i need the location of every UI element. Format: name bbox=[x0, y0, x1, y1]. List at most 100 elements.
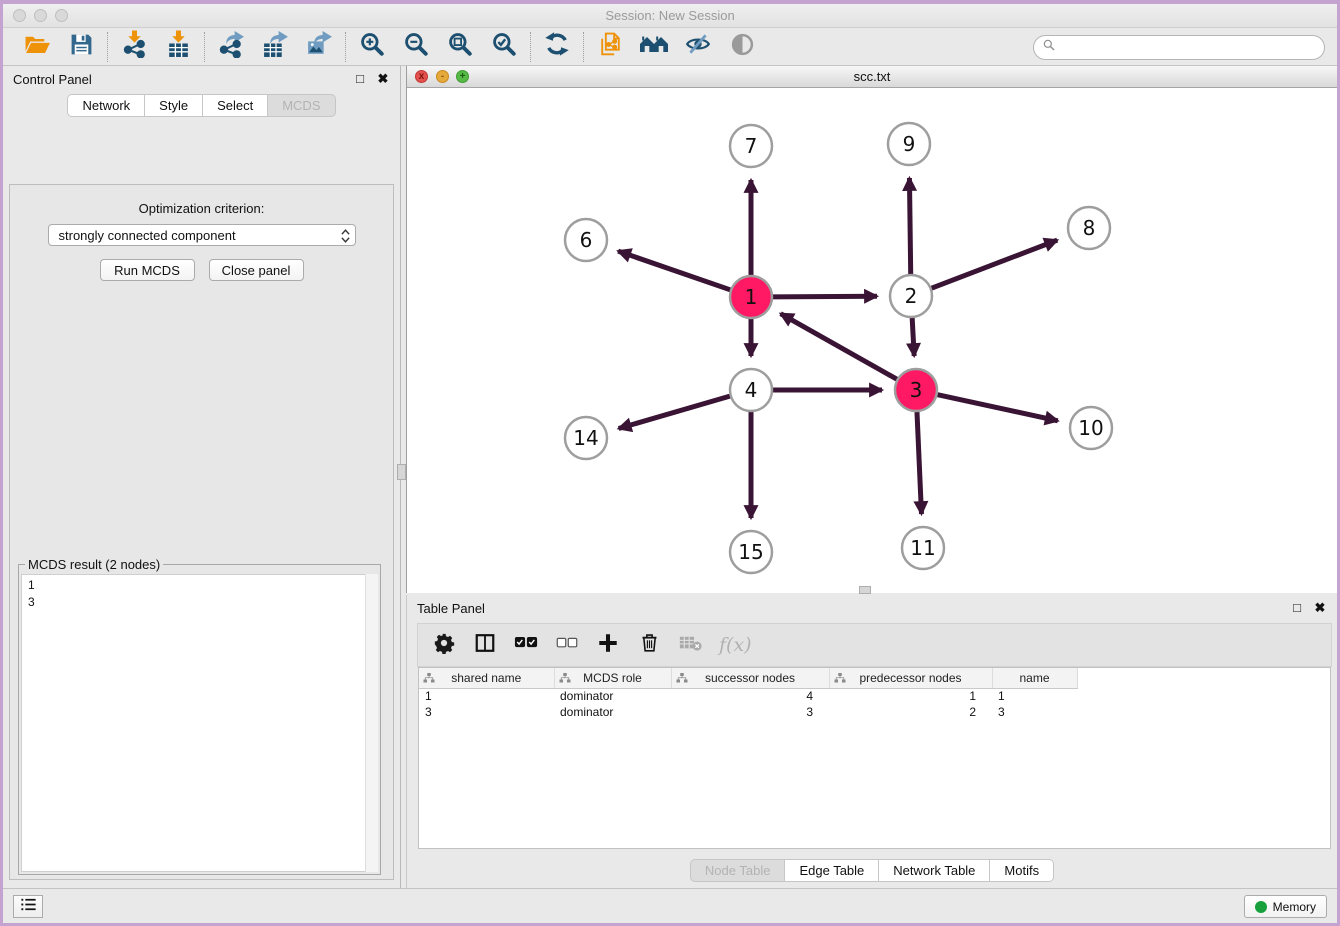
search-box[interactable] bbox=[1033, 35, 1325, 60]
horizontal-splitter-grip[interactable] bbox=[859, 586, 871, 594]
zoom-selected-button[interactable] bbox=[488, 31, 520, 63]
table-cell[interactable]: dominator bbox=[554, 688, 671, 704]
task-history-button[interactable] bbox=[13, 895, 43, 918]
graph-edge-2-3[interactable] bbox=[912, 318, 914, 356]
close-panel-button[interactable]: Close panel bbox=[209, 259, 304, 281]
graph-node-10[interactable]: 10 bbox=[1070, 407, 1112, 449]
tab-select[interactable]: Select bbox=[203, 94, 268, 117]
graph-edge-1-6[interactable] bbox=[618, 251, 730, 290]
graph-node-6[interactable]: 6 bbox=[565, 219, 607, 261]
criterion-dropdown[interactable]: strongly connected component bbox=[48, 224, 356, 246]
column-header-name[interactable]: name bbox=[992, 668, 1077, 688]
graph-edge-1-2[interactable] bbox=[773, 296, 877, 297]
refresh-icon bbox=[544, 31, 570, 62]
graph-edge-3-1[interactable] bbox=[781, 314, 897, 380]
table-row[interactable]: 1dominator411 bbox=[419, 688, 1077, 704]
refresh-button[interactable] bbox=[541, 31, 573, 63]
mcds-result-list[interactable]: 1 3 bbox=[21, 574, 378, 872]
graph-node-15[interactable]: 15 bbox=[730, 531, 772, 573]
deselect-all-button[interactable] bbox=[555, 632, 579, 658]
zoom-fit-icon bbox=[447, 31, 473, 62]
control-panel-close-icon[interactable]: ✖ bbox=[376, 71, 390, 87]
column-header-successor-nodes[interactable]: successor nodes bbox=[671, 668, 829, 688]
export-table-button[interactable] bbox=[259, 31, 291, 63]
add-row-button[interactable] bbox=[596, 632, 620, 658]
memory-button[interactable]: Memory bbox=[1244, 895, 1327, 918]
clone-network-button[interactable] bbox=[594, 31, 626, 63]
table-cell[interactable]: 1 bbox=[419, 688, 554, 704]
table-row[interactable]: 3dominator323 bbox=[419, 704, 1077, 720]
graph-node-3[interactable]: 3 bbox=[895, 369, 937, 411]
result-scrollbar[interactable] bbox=[365, 574, 378, 872]
select-all-button[interactable] bbox=[514, 632, 538, 658]
zoom-fit-button[interactable] bbox=[444, 31, 476, 63]
graph-node-11[interactable]: 11 bbox=[902, 527, 944, 569]
gear-button[interactable] bbox=[432, 632, 456, 658]
graph-edge-2-9[interactable] bbox=[909, 178, 910, 274]
column-header-label: predecessor nodes bbox=[859, 671, 961, 685]
tab-edge-table[interactable]: Edge Table bbox=[785, 859, 879, 882]
table-panel: Table Panel □ ✖ f(x) shared nameMCDS rol… bbox=[406, 595, 1337, 888]
toolbar-group bbox=[531, 31, 583, 63]
export-image-button[interactable] bbox=[303, 31, 335, 63]
select-all-icon bbox=[514, 635, 538, 655]
columns-button[interactable] bbox=[473, 632, 497, 658]
optimization-criterion-label: Optimization criterion: bbox=[10, 201, 393, 216]
graph-node-14[interactable]: 14 bbox=[565, 417, 607, 459]
control-panel-float-icon[interactable]: □ bbox=[353, 71, 367, 87]
tab-mcds[interactable]: MCDS bbox=[268, 94, 335, 117]
vertical-splitter-grip[interactable] bbox=[397, 464, 406, 480]
import-table-button[interactable] bbox=[162, 31, 194, 63]
graph-node-2[interactable]: 2 bbox=[890, 275, 932, 317]
table-cell[interactable]: 4 bbox=[671, 688, 829, 704]
graph-node-8[interactable]: 8 bbox=[1068, 207, 1110, 249]
network-canvas[interactable]: 7 9 6 8 1 2 4 3 14 10 15 11 bbox=[407, 88, 1337, 592]
tab-node-table[interactable]: Node Table bbox=[690, 859, 786, 882]
home-button[interactable] bbox=[638, 31, 670, 63]
column-header-MCDS-role[interactable]: MCDS role bbox=[554, 668, 671, 688]
tab-network[interactable]: Network bbox=[67, 94, 145, 117]
graph-node-9[interactable]: 9 bbox=[888, 123, 930, 165]
graph-edge-2-8[interactable] bbox=[932, 240, 1058, 288]
hide-visual-button[interactable] bbox=[682, 31, 714, 63]
table-cell[interactable]: 1 bbox=[992, 688, 1077, 704]
memory-label: Memory bbox=[1273, 900, 1316, 914]
column-header-shared-name[interactable]: shared name bbox=[419, 668, 554, 688]
import-network-button[interactable] bbox=[118, 31, 150, 63]
save-button[interactable] bbox=[65, 31, 97, 63]
open-folder-button[interactable] bbox=[21, 31, 53, 63]
search-input[interactable] bbox=[1061, 38, 1324, 58]
table-cell[interactable]: 3 bbox=[419, 704, 554, 720]
graph-node-4[interactable]: 4 bbox=[730, 369, 772, 411]
tab-motifs[interactable]: Motifs bbox=[990, 859, 1054, 882]
graph-node-label: 10 bbox=[1078, 416, 1103, 440]
table-cell[interactable]: 1 bbox=[829, 688, 992, 704]
function-button: f(x) bbox=[719, 632, 752, 658]
tab-network-table[interactable]: Network Table bbox=[879, 859, 990, 882]
run-mcds-button[interactable]: Run MCDS bbox=[100, 259, 195, 281]
delete-row-button[interactable] bbox=[637, 632, 661, 658]
column-header-predecessor-nodes[interactable]: predecessor nodes bbox=[829, 668, 992, 688]
table-cell[interactable]: 3 bbox=[671, 704, 829, 720]
graph-node-label: 6 bbox=[580, 228, 593, 252]
graph-edge-3-10[interactable] bbox=[937, 395, 1057, 421]
zoom-out-button[interactable] bbox=[400, 31, 432, 63]
table-panel-title: Table Panel bbox=[417, 601, 485, 616]
table-panel-header: Table Panel □ ✖ bbox=[407, 595, 1337, 623]
table-cell[interactable]: 2 bbox=[829, 704, 992, 720]
graph-edge-3-11[interactable] bbox=[917, 412, 922, 514]
show-visual-button[interactable] bbox=[726, 31, 758, 63]
table-panel-float-icon[interactable]: □ bbox=[1290, 600, 1304, 616]
table-cell[interactable]: 3 bbox=[992, 704, 1077, 720]
table-panel-close-icon[interactable]: ✖ bbox=[1313, 600, 1327, 616]
zoom-in-button[interactable] bbox=[356, 31, 388, 63]
main-toolbar bbox=[3, 28, 1337, 66]
export-network-button[interactable] bbox=[215, 31, 247, 63]
graph-node-7[interactable]: 7 bbox=[730, 125, 772, 167]
search-icon bbox=[1042, 38, 1056, 57]
table-cell[interactable]: dominator bbox=[554, 704, 671, 720]
graph-edge-4-14[interactable] bbox=[619, 396, 730, 428]
tab-style[interactable]: Style bbox=[145, 94, 203, 117]
graph-node-1[interactable]: 1 bbox=[730, 276, 772, 318]
hierarchy-icon bbox=[834, 672, 846, 687]
